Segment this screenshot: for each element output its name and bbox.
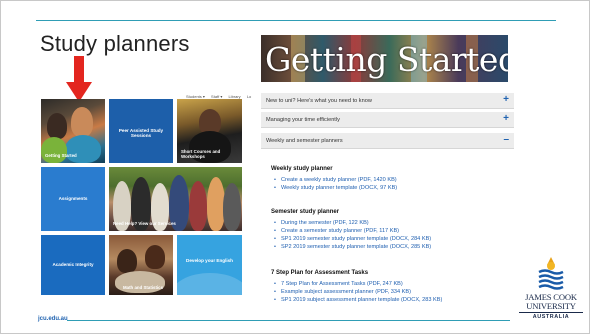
photo-figure [189,181,207,231]
jcu-crest-icon [538,257,564,290]
collapse-icon[interactable]: – [503,135,509,145]
tile-label: Assignments [58,195,88,201]
section-heading: Weekly study planner [271,166,333,172]
tile-need-help[interactable]: Need Help? View our Services [109,167,242,231]
tile-label: Math and Statistics [123,285,164,290]
tile-label: Academic Integrity [52,262,94,267]
tile-academic-integrity[interactable]: Academic Integrity [41,235,105,295]
slide-title: Study planners [40,31,190,56]
tile-label: Getting Started [45,153,77,158]
section-heading: 7 Step Plan for Assessment Tasks [271,270,369,276]
tile-short-courses[interactable]: Short Courses and Workshops [177,99,242,163]
accordion-label: New to uni? Here's what you need to know [266,98,372,104]
logo-text-line3: AUSTRALIA [519,312,583,320]
link-item[interactable]: Example subject assessment planner (PDF,… [271,289,442,297]
top-divider [36,20,556,21]
link-item[interactable]: Create a weekly study planner (PDF, 1420… [271,177,397,185]
link-item[interactable]: During the semester (PDF, 122 KB) [271,220,431,228]
section-7-step: 7 Step Plan for Assessment Tasks 7 Step … [271,270,442,305]
tile-getting-started[interactable]: Getting Started [41,99,105,163]
getting-started-banner: Getting Started [261,35,508,82]
bottom-divider [67,320,510,321]
accordion-managing-time[interactable]: Managing your time efficiently + [261,112,514,128]
link-item[interactable]: SP2 2019 semester study planner template… [271,244,431,252]
accordion-label: Weekly and semester planners [266,138,343,144]
photo-figure [41,137,67,163]
tile-assignments[interactable]: Assignments [41,167,105,231]
tile-english[interactable]: Develop your English [177,235,242,295]
section-semester: Semester study planner During the semest… [271,209,431,252]
nav-login[interactable]: Lo [247,94,251,99]
footer-url: jcu.edu.au [38,316,68,322]
tile-label: Need Help? View our Services [113,221,176,226]
tile-label: Develop your English [186,257,233,263]
decorative-curve [177,273,242,295]
logo-text-line2: UNIVERSITY [526,301,576,311]
accordion-label: Managing your time efficiently [266,117,340,123]
red-arrow-icon [66,56,92,102]
photo-figure [65,135,101,163]
tile-label: Peer Assisted Study Sessions [118,127,164,138]
expand-icon[interactable]: + [503,114,509,124]
link-item[interactable]: Create a semester study planner (PDF, 11… [271,228,431,236]
section-weekly: Weekly study planner Create a weekly stu… [271,166,397,193]
section-heading: Semester study planner [271,209,340,215]
link-item[interactable]: SP1 2019 subject assessment planner temp… [271,297,442,305]
link-item[interactable]: Weekly study planner template (DOCX, 97 … [271,185,397,193]
expand-icon[interactable]: + [503,95,509,105]
photo-figure [145,245,165,269]
photo-figure [71,107,93,137]
accordion-planners[interactable]: Weekly and semester planners – [261,133,514,149]
link-item[interactable]: 7 Step Plan for Assessment Tasks (PDF, 2… [271,281,442,289]
tile-pass[interactable]: Peer Assisted Study Sessions [109,99,173,163]
tile-math-stats[interactable]: Math and Statistics [109,235,173,295]
tile-label: Short Courses and Workshops [181,149,221,159]
accordion-new-to-uni[interactable]: New to uni? Here's what you need to know… [261,93,514,109]
link-item[interactable]: SP1 2019 semester study planner template… [271,236,431,244]
photo-figure [223,183,241,231]
photo-figure [117,249,137,273]
photo-figure [47,113,67,139]
banner-title: Getting Started [265,40,508,79]
